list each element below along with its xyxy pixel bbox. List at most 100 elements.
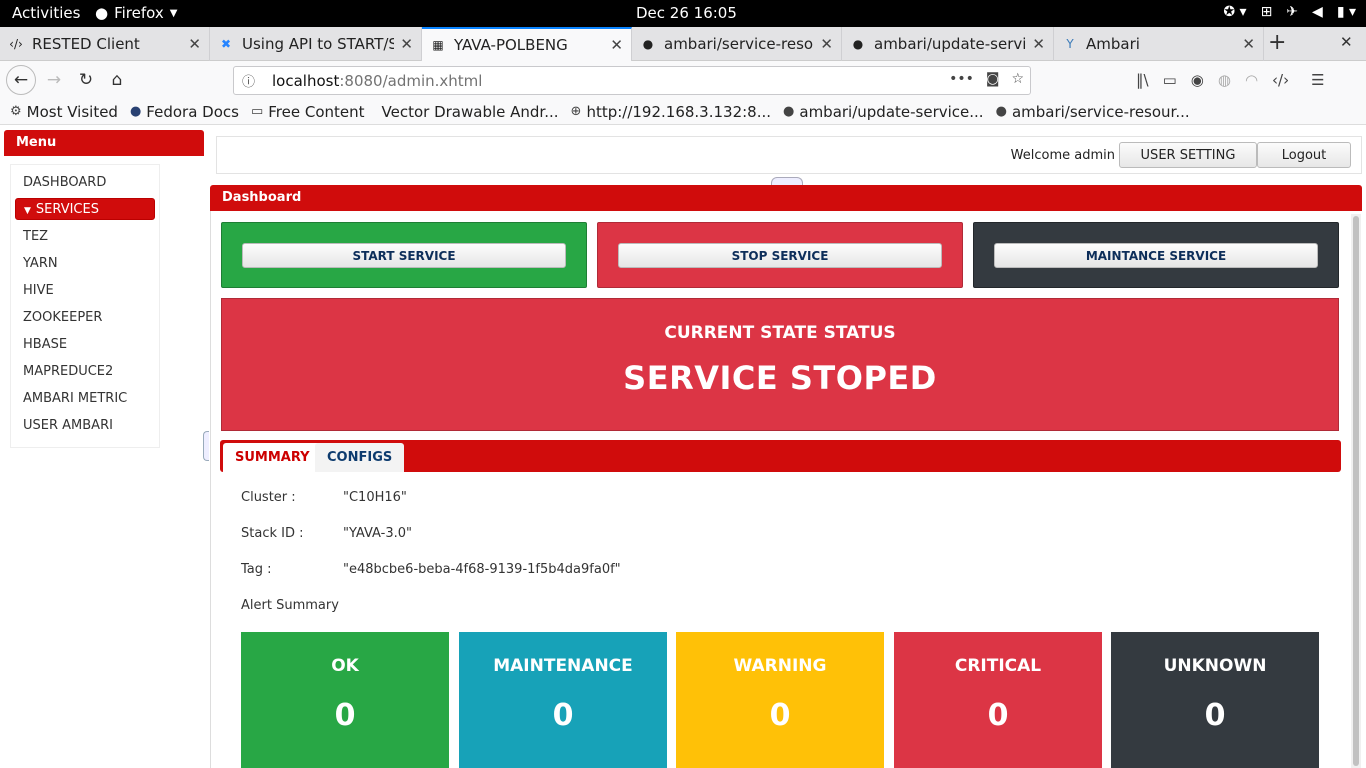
alert-card-count: 0 <box>769 698 791 733</box>
menu-item-ambari-metric[interactable]: AMBARI METRIC <box>15 385 155 412</box>
browser-tab[interactable]: Y Ambari ✕ <box>1054 27 1264 61</box>
info-icon[interactable]: ⓘ <box>242 71 258 90</box>
system-tray[interactable]: ✪ ▾ ⊞ ✈ ◀ ▮ ▾ <box>1223 4 1356 20</box>
tab-strip: ‹/› RESTED Client ✕ ✖ Using API to START… <box>0 27 1366 61</box>
clock[interactable]: Dec 26 16:05 <box>636 4 737 22</box>
alert-card-critical: CRITICAL 0 <box>894 632 1102 768</box>
back-icon[interactable]: ← <box>6 65 36 95</box>
app-menu[interactable]: ● Firefox ▼ <box>95 4 177 22</box>
caret-down-icon: ▼ <box>24 206 31 216</box>
alert-card-unknown: UNKNOWN 0 <box>1111 632 1319 768</box>
account-icon[interactable]: ◉ <box>1191 71 1204 89</box>
logout-button[interactable]: Logout <box>1257 142 1351 168</box>
stop-service-card: STOP SERVICE <box>597 222 963 288</box>
page-icon: ▦ <box>432 38 444 52</box>
state-value: SERVICE STOPED <box>623 359 937 397</box>
bookmarks-toolbar: ⚙ Most Visited ● Fedora Docs ▭ Free Content… <box>0 99 1366 125</box>
dashboard-header: Dashboard <box>210 185 1362 211</box>
hamburger-menu-icon[interactable]: ☰ <box>1311 71 1324 89</box>
firefox-icon: ● <box>95 4 109 22</box>
menu-item-mapreduce2[interactable]: MAPREDUCE2 <box>15 358 155 385</box>
url-text: localhost:8080/admin.xhtml <box>272 72 482 90</box>
sidebar-resize-handle[interactable] <box>203 431 209 461</box>
bookmark-item[interactable]: ▭ Free Content <box>251 103 365 121</box>
collapse-toggle[interactable] <box>771 177 803 185</box>
menu-item-zookeeper[interactable]: ZOOKEEPER <box>15 304 155 331</box>
start-service-button[interactable]: START SERVICE <box>242 243 566 268</box>
sidebar-icon[interactable]: ▭ <box>1163 71 1177 89</box>
alert-card-count: 0 <box>987 698 1009 733</box>
tab-summary[interactable]: SUMMARY <box>223 443 322 472</box>
close-icon[interactable]: ✕ <box>1242 35 1255 53</box>
browser-tab-active[interactable]: ▦ YAVA-POLBENG ✕ <box>422 27 632 61</box>
bookmark-item[interactable]: ● ambari/update-service... <box>783 103 984 121</box>
extension-icon[interactable]: ◠ <box>1245 71 1258 89</box>
bookmark-item[interactable]: Vector Drawable Andr... <box>377 103 559 121</box>
stop-service-button[interactable]: STOP SERVICE <box>618 243 942 268</box>
globe-icon: ⊕ <box>570 104 582 119</box>
close-icon[interactable]: ✕ <box>610 36 623 54</box>
new-tab-icon[interactable]: + <box>1268 27 1290 61</box>
browser-tab[interactable]: ‹/› RESTED Client ✕ <box>0 27 210 61</box>
url-bar[interactable]: ⓘ localhost:8080/admin.xhtml ••• ◙ ☆ <box>233 66 1031 95</box>
maintenance-service-card: MAINTANCE SERVICE <box>973 222 1339 288</box>
tab-configs[interactable]: CONFIGS <box>315 443 405 472</box>
reload-icon[interactable]: ↻ <box>72 66 100 94</box>
alert-card-count: 0 <box>552 698 574 733</box>
scrollbar-thumb[interactable] <box>1353 216 1359 766</box>
tag-value: "e48bcbe6-beba-4f68-9139-1f5b4da9fa0f" <box>343 562 621 577</box>
bookmark-item[interactable]: ⊕ http://192.168.3.132:8... <box>571 103 772 121</box>
menu-item-user-ambari[interactable]: USER AMBARI <box>15 412 155 439</box>
tab-title: RESTED Client <box>32 35 140 53</box>
cluster-value: "C10H16" <box>343 490 407 505</box>
bookmark-label: http://192.168.3.132:8... <box>586 102 772 121</box>
menu-item-tez[interactable]: TEZ <box>15 223 155 250</box>
menu-item-dashboard[interactable]: DASHBOARD <box>15 169 155 196</box>
bookmark-star-icon[interactable]: ☆ <box>1011 71 1024 87</box>
detail-tabbar: SUMMARY CONFIGS <box>220 440 1341 472</box>
tab-title: ambari/update-service <box>874 35 1027 53</box>
bookmark-item[interactable]: ⚙ Most Visited <box>10 103 118 121</box>
github-icon: ● <box>995 104 1007 119</box>
alert-card-label: WARNING <box>733 656 827 676</box>
github-icon: ● <box>852 37 864 51</box>
bookmark-item[interactable]: ● Fedora Docs <box>130 103 239 121</box>
github-icon: ● <box>642 37 654 51</box>
browser-tab[interactable]: ✖ Using API to START/ST ✕ <box>210 27 422 61</box>
app-menu-label: Firefox <box>114 4 164 22</box>
menu-item-hbase[interactable]: HBASE <box>15 331 155 358</box>
user-setting-button[interactable]: USER SETTING <box>1119 142 1257 168</box>
url-host: localhost <box>272 71 340 90</box>
alert-card-count: 0 <box>1204 698 1226 733</box>
page-actions-icon[interactable]: ••• <box>949 71 974 87</box>
developer-icon[interactable]: ‹/› <box>1272 71 1289 89</box>
tab-title: YAVA-POLBENG <box>454 36 568 54</box>
accessibility-icon: ✪ ▾ <box>1223 4 1247 20</box>
alert-card-label: MAINTENANCE <box>493 656 633 676</box>
activities-button[interactable]: Activities <box>12 4 80 22</box>
close-icon[interactable]: ✕ <box>400 35 413 53</box>
scrollbar[interactable] <box>1351 214 1361 768</box>
browser-tab[interactable]: ● ambari/update-service ✕ <box>842 27 1054 61</box>
gear-icon: ⚙ <box>10 104 22 119</box>
menu-item-hive[interactable]: HIVE <box>15 277 155 304</box>
welcome-text: Welcome admin <box>1010 148 1115 163</box>
library-icon[interactable]: ‖\ <box>1136 71 1149 89</box>
close-icon[interactable]: ✕ <box>188 35 201 53</box>
battery-icon: ▮ ▾ <box>1336 4 1356 20</box>
home-icon[interactable]: ⌂ <box>103 66 131 94</box>
page-content: Menu DASHBOARD ▼ SERVICES TEZ YARN HIVE Z… <box>0 126 1366 768</box>
browser-tab[interactable]: ● ambari/service-resour ✕ <box>632 27 842 61</box>
maintenance-service-button[interactable]: MAINTANCE SERVICE <box>994 243 1318 268</box>
close-icon[interactable]: ✕ <box>1032 35 1045 53</box>
globe-icon[interactable]: ◍ <box>1218 71 1231 89</box>
bookmark-label: ambari/service-resour... <box>1011 102 1190 121</box>
bookmark-item[interactable]: ● ambari/service-resour... <box>996 103 1190 121</box>
close-window-icon[interactable]: ✕ <box>1340 33 1353 51</box>
github-icon: ● <box>783 104 795 119</box>
close-icon[interactable]: ✕ <box>820 35 833 53</box>
menu-item-services[interactable]: ▼ SERVICES <box>15 198 155 220</box>
menu-item-yarn[interactable]: YARN <box>15 250 155 277</box>
forward-icon[interactable]: → <box>40 66 68 94</box>
pocket-icon[interactable]: ◙ <box>986 71 1000 87</box>
